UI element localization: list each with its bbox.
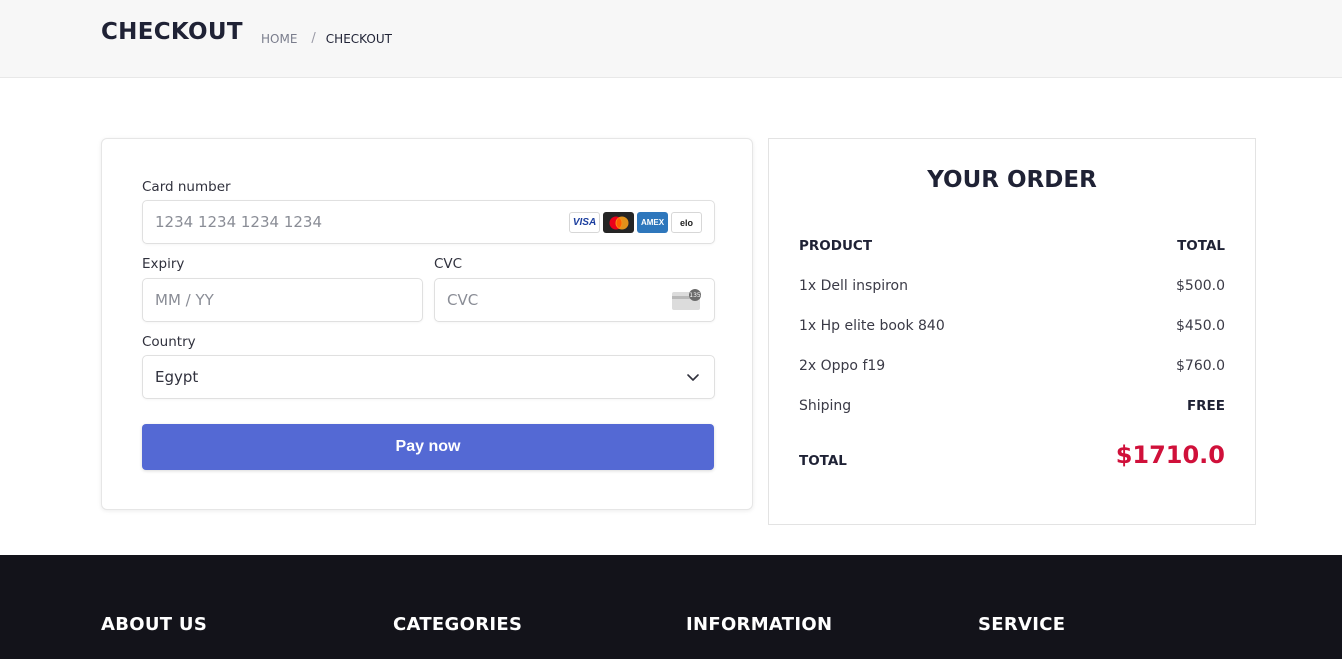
footer-heading-service: SERVICE	[978, 614, 1066, 635]
country-select[interactable]: Egypt	[142, 355, 715, 399]
card-number-label: Card number	[142, 179, 231, 195]
card-brands: VISA AMEX elo	[569, 212, 702, 233]
cvc-placeholder: CVC	[447, 291, 479, 309]
amex-icon: AMEX	[637, 212, 668, 233]
footer-heading-categories: CATEGORIES	[393, 614, 523, 635]
cvc-label: CVC	[434, 256, 463, 272]
page-header: CHECKOUT HOME / CHECKOUT	[0, 0, 1342, 78]
breadcrumb-separator: /	[311, 31, 316, 46]
total-column-header: TOTAL	[1177, 238, 1225, 254]
breadcrumb-current: CHECKOUT	[325, 31, 392, 46]
cvc-input[interactable]: CVC 135	[434, 278, 715, 322]
card-number-input[interactable]: 1234 1234 1234 1234 VISA AMEX elo	[142, 200, 715, 244]
cvc-icon-text: 135	[689, 292, 701, 299]
visa-icon: VISA	[569, 212, 600, 233]
order-item-price: $760.0	[1176, 358, 1225, 374]
order-item-price: $450.0	[1176, 318, 1225, 334]
elo-icon: elo	[671, 212, 702, 233]
mastercard-icon	[603, 212, 634, 233]
cvc-card-icon: 135	[672, 289, 701, 310]
expiry-placeholder: MM / YY	[155, 291, 214, 309]
order-item-price: $500.0	[1176, 278, 1225, 294]
shipping-label: Shiping	[799, 398, 852, 414]
order-item-name: 1x Dell inspiron	[799, 278, 908, 294]
footer-heading-information: INFORMATION	[686, 614, 833, 635]
country-value: Egypt	[155, 368, 199, 386]
total-row: TOTAL $1710.0	[799, 437, 1225, 469]
pay-now-button[interactable]: Pay now	[142, 424, 714, 470]
footer-heading-about: ABOUT US	[101, 614, 208, 635]
shipping-row: Shiping FREE	[799, 398, 1225, 414]
order-item-name: 1x Hp elite book 840	[799, 318, 945, 334]
order-item-row: 2x Oppo f19 $760.0	[799, 358, 1225, 374]
total-amount: $1710.0	[1115, 441, 1225, 469]
order-summary: YOUR ORDER PRODUCT TOTAL 1x Dell inspiro…	[768, 138, 1256, 525]
total-label: TOTAL	[799, 453, 847, 469]
payment-form: Card number 1234 1234 1234 1234 VISA AME…	[101, 138, 753, 510]
breadcrumb-home-link[interactable]: HOME	[261, 32, 297, 46]
order-item-row: 1x Dell inspiron $500.0	[799, 278, 1225, 294]
order-header-row: PRODUCT TOTAL	[799, 238, 1225, 254]
site-footer: ABOUT US CATEGORIES INFORMATION SERVICE	[0, 555, 1342, 659]
chevron-down-icon	[687, 374, 699, 381]
country-label: Country	[142, 334, 196, 350]
order-item-row: 1x Hp elite book 840 $450.0	[799, 318, 1225, 334]
expiry-input[interactable]: MM / YY	[142, 278, 423, 322]
card-number-placeholder: 1234 1234 1234 1234	[155, 213, 322, 231]
product-column-header: PRODUCT	[799, 238, 873, 254]
order-title: YOUR ORDER	[927, 167, 1097, 193]
breadcrumb: HOME / CHECKOUT	[261, 31, 392, 46]
shipping-value: FREE	[1186, 398, 1225, 414]
order-item-name: 2x Oppo f19	[799, 358, 886, 374]
expiry-label: Expiry	[142, 256, 185, 272]
page-title: CHECKOUT	[101, 19, 243, 45]
